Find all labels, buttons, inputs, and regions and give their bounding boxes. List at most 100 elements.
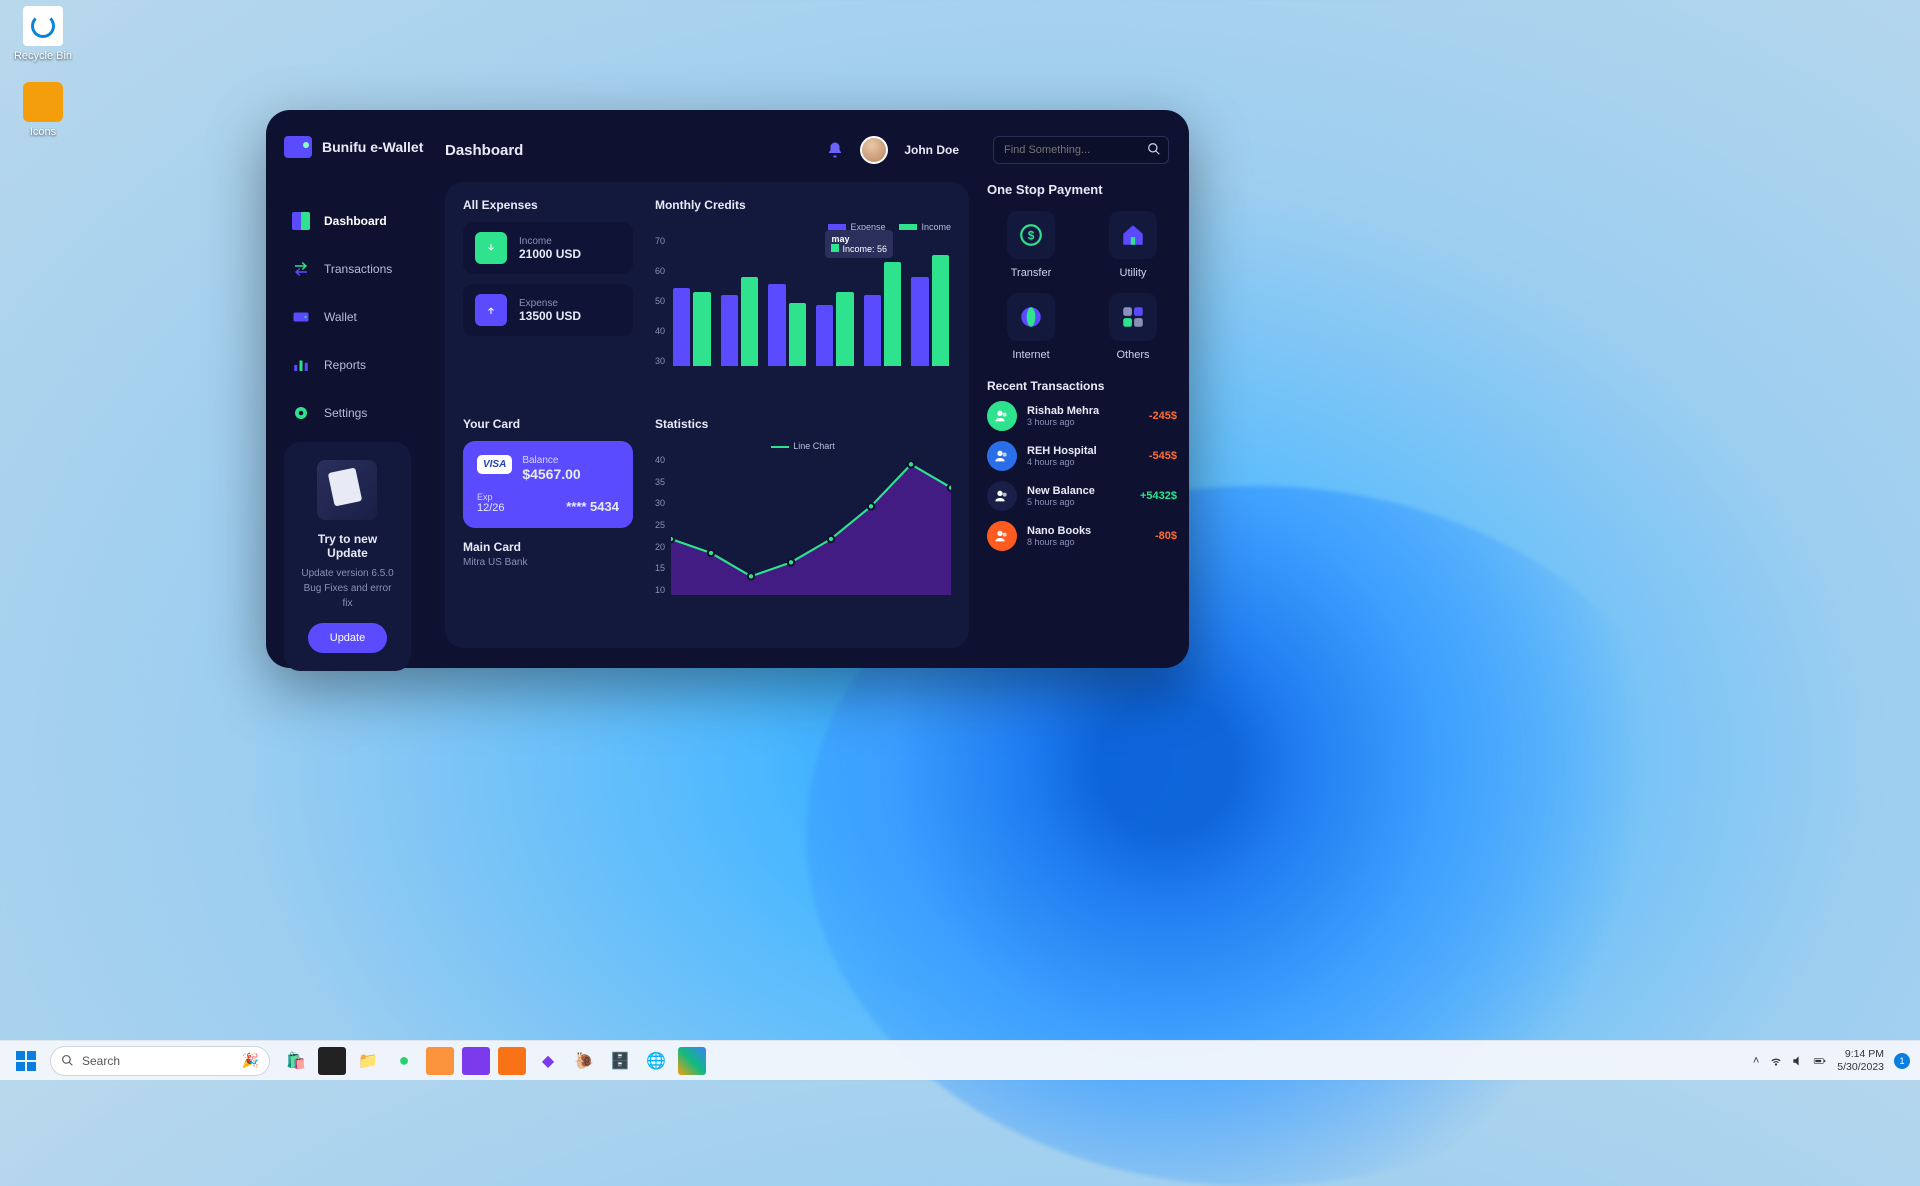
- main-content: Dashboard John Doe All Expenses: [425, 110, 1189, 668]
- sidebar-item-settings[interactable]: Settings: [284, 394, 425, 432]
- income-label: Income: [519, 236, 581, 247]
- taskbar-clock[interactable]: 9:14 PM 5/30/2023: [1837, 1048, 1884, 1073]
- update-card: Try to new Update Update version 6.5.0 B…: [284, 442, 411, 671]
- wallet-icon: [292, 308, 310, 326]
- folder-icon: [23, 82, 63, 122]
- bar-chart-legend: Expense Income: [655, 222, 951, 232]
- right-column: One Stop Payment $ Transfer Utility In: [987, 182, 1177, 648]
- monthly-credits-block: Monthly Credits Expense Income 706050403…: [655, 198, 951, 403]
- bank-name: Mitra US Bank: [463, 557, 633, 568]
- transaction-name: New Balance: [1027, 485, 1130, 497]
- desktop-icon-recycle-bin[interactable]: Recycle Bin: [8, 6, 78, 62]
- taskbar-pinned-apps: 🛍️ 📁 ● ◆ 🐌 🗄️ 🌐: [282, 1047, 706, 1075]
- desktop-icon-icons-folder[interactable]: Icons: [8, 82, 78, 138]
- taskbar-app-visual-studio[interactable]: ◆: [534, 1047, 562, 1075]
- sidebar-item-transactions[interactable]: Transactions: [284, 250, 425, 288]
- sidebar-item-wallet[interactable]: Wallet: [284, 298, 425, 336]
- sidebar-item-dashboard[interactable]: Dashboard: [284, 202, 425, 240]
- transaction-amount: -245$: [1149, 410, 1177, 422]
- bar-chart-tooltip: may Income: 56: [825, 230, 893, 258]
- payment-transfer[interactable]: $ Transfer: [987, 211, 1075, 279]
- search-icon[interactable]: [1147, 142, 1161, 156]
- sidebar-item-label: Wallet: [324, 310, 357, 324]
- payment-utility[interactable]: Utility: [1089, 211, 1177, 279]
- transaction-row[interactable]: Nano Books 8 hours ago -80$: [987, 521, 1177, 551]
- taskbar-app-whatsapp[interactable]: ●: [390, 1047, 418, 1075]
- payment-label: Transfer: [1011, 267, 1052, 279]
- payment-internet[interactable]: Internet: [987, 293, 1075, 361]
- legend-income: Income: [921, 222, 951, 232]
- transaction-icon: [987, 441, 1017, 471]
- taskbar-system-tray[interactable]: [1769, 1054, 1827, 1068]
- search-icon: [61, 1054, 74, 1067]
- transaction-row[interactable]: Rishab Mehra 3 hours ago -245$: [987, 401, 1177, 431]
- taskbar-app-screenshot[interactable]: [678, 1047, 706, 1075]
- line-chart-svg: [671, 455, 951, 595]
- transaction-row[interactable]: New Balance 5 hours ago +5432$: [987, 481, 1177, 511]
- recent-transactions-block: Recent Transactions Rishab Mehra 3 hours…: [987, 379, 1177, 561]
- sidebar-item-reports[interactable]: Reports: [284, 346, 425, 384]
- taskbar-app-snail[interactable]: 🐌: [570, 1047, 598, 1075]
- dashboard-icon: [292, 212, 310, 230]
- update-button[interactable]: Update: [308, 623, 387, 653]
- svg-text:$: $: [1028, 228, 1035, 242]
- taskbar-app-xampp[interactable]: [426, 1047, 454, 1075]
- taskbar-app-terminal[interactable]: [318, 1047, 346, 1075]
- expense-label: Expense: [519, 298, 581, 309]
- line-chart: 40353025201510: [655, 455, 951, 595]
- taskbar-app-phpstorm[interactable]: [462, 1047, 490, 1075]
- transaction-row[interactable]: REH Hospital 4 hours ago -545$: [987, 441, 1177, 471]
- transaction-name: Rishab Mehra: [1027, 405, 1139, 417]
- transaction-amount: -545$: [1149, 450, 1177, 462]
- sidebar-item-label: Transactions: [324, 262, 392, 276]
- taskbar-app-shopping[interactable]: 🛍️: [282, 1047, 310, 1075]
- update-line1: Update version 6.5.0: [298, 566, 397, 581]
- one-stop-payment-block: One Stop Payment $ Transfer Utility In: [987, 182, 1177, 361]
- visa-badge: VISA: [477, 455, 512, 474]
- bar-chart-y-axis: 7060504030: [655, 236, 671, 366]
- section-title-monthly: Monthly Credits: [655, 198, 951, 212]
- app-window: Bunifu e-Wallet Dashboard Transactions W…: [266, 110, 1189, 668]
- taskbar-search[interactable]: Search 🎉: [50, 1046, 270, 1076]
- avatar[interactable]: [860, 136, 888, 164]
- bar-chart-bars: may Income: 56: [671, 236, 951, 366]
- your-card-block: Your Card VISA Balance $4567.00 Exp: [463, 417, 633, 632]
- sidebar: Bunifu e-Wallet Dashboard Transactions W…: [266, 110, 425, 668]
- expense-card[interactable]: Expense 13500 USD: [463, 284, 633, 336]
- line-chart-legend: Line Chart: [655, 441, 951, 451]
- section-title-stats: Statistics: [655, 417, 951, 431]
- brand-text: Bunifu e-Wallet: [322, 139, 423, 155]
- taskbar-time: 9:14 PM: [1837, 1048, 1884, 1061]
- payment-others[interactable]: Others: [1089, 293, 1177, 361]
- update-title: Try to new Update: [298, 532, 397, 560]
- grid-icon: [1109, 293, 1157, 341]
- sidebar-item-label: Settings: [324, 406, 367, 420]
- taskbar: Search 🎉 🛍️ 📁 ● ◆ 🐌 🗄️ 🌐 ˄ 9:14 PM 5/30/…: [0, 1040, 1920, 1080]
- taskbar-chevron-up-icon[interactable]: ˄: [1753, 1055, 1759, 1067]
- income-value: 21000 USD: [519, 247, 581, 261]
- taskbar-app-database[interactable]: 🗄️: [606, 1047, 634, 1075]
- taskbar-app-unknown-orange[interactable]: [498, 1047, 526, 1075]
- bell-icon[interactable]: [826, 141, 844, 159]
- globe-icon: [1007, 293, 1055, 341]
- start-button[interactable]: [10, 1045, 42, 1077]
- taskbar-app-explorer[interactable]: 📁: [354, 1047, 382, 1075]
- center-panel: All Expenses Income 21000 USD: [445, 182, 969, 648]
- transaction-name: Nano Books: [1027, 525, 1145, 537]
- balance-value: $4567.00: [522, 466, 580, 482]
- taskbar-search-placeholder: Search: [82, 1054, 120, 1068]
- transaction-icon: [987, 401, 1017, 431]
- transaction-time: 4 hours ago: [1027, 457, 1139, 467]
- income-card[interactable]: Income 21000 USD: [463, 222, 633, 274]
- username: John Doe: [904, 143, 959, 157]
- taskbar-date: 5/30/2023: [1837, 1061, 1884, 1074]
- search-box: [993, 136, 1169, 164]
- search-input[interactable]: [993, 136, 1169, 164]
- reports-icon: [292, 356, 310, 374]
- wifi-icon: [1769, 1054, 1783, 1068]
- arrow-down-icon: [475, 232, 507, 264]
- taskbar-app-edge[interactable]: 🌐: [642, 1047, 670, 1075]
- credit-card[interactable]: VISA Balance $4567.00 Exp 12/26 ****: [463, 441, 633, 528]
- taskbar-notification-badge[interactable]: 1: [1894, 1053, 1910, 1069]
- payment-label: Utility: [1120, 267, 1147, 279]
